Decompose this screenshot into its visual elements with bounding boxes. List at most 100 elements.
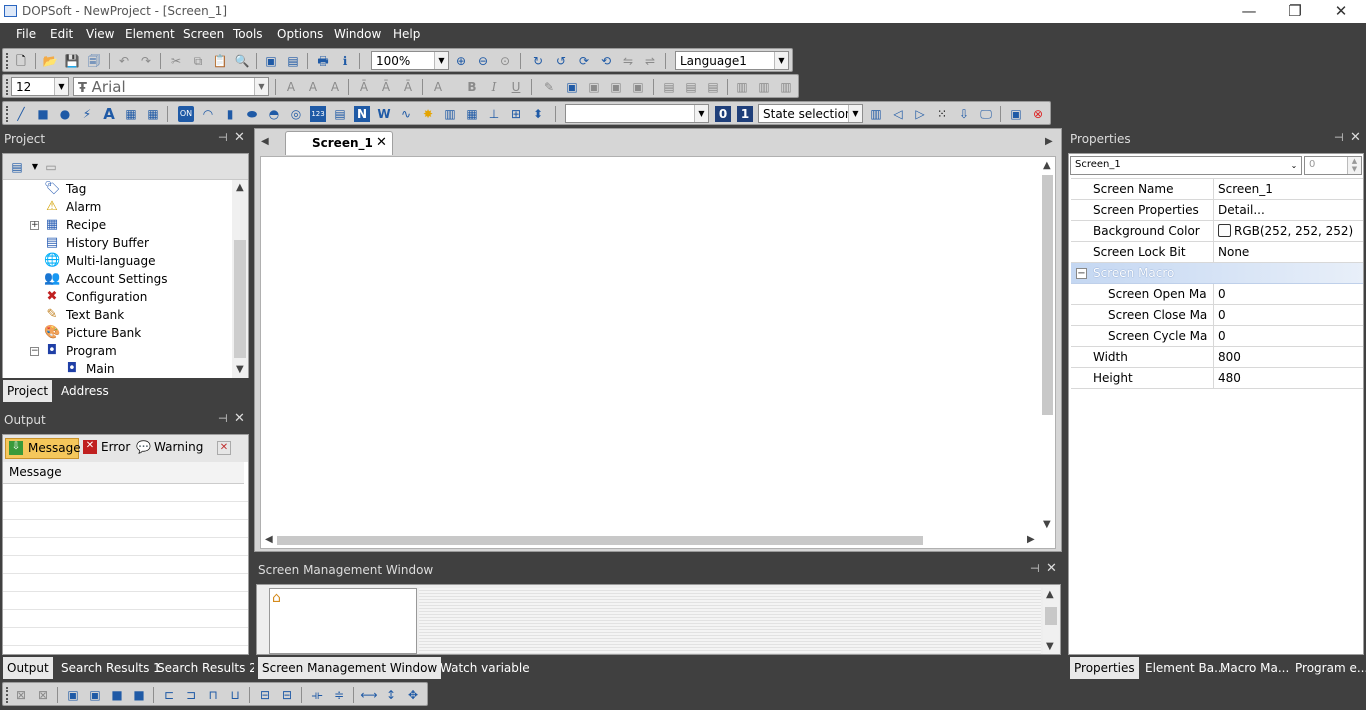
scroll-down-icon[interactable]: ▼: [1046, 641, 1054, 652]
bring-forward-icon[interactable]: ▣: [65, 687, 81, 703]
rotate-icon[interactable]: ⟳: [576, 53, 592, 69]
toolbar-grip[interactable]: [6, 53, 9, 69]
pin-icon[interactable]: ⊣: [1334, 131, 1344, 144]
save-icon[interactable]: 💾: [64, 53, 80, 69]
layer-front-icon[interactable]: ▤: [661, 79, 677, 95]
canvas-hscrollbar[interactable]: ◀ ▶: [261, 532, 1039, 548]
character-display-icon[interactable]: N: [354, 106, 370, 122]
scroll-up-icon[interactable]: ▲: [236, 182, 244, 193]
scroll-up-icon[interactable]: ▲: [1043, 160, 1051, 171]
state-1-button[interactable]: 1: [737, 106, 753, 122]
align-left-edge-icon[interactable]: ⊏: [161, 687, 177, 703]
menu-options[interactable]: Options: [277, 27, 323, 41]
paste-icon[interactable]: 📋: [212, 53, 228, 69]
language-select[interactable]: Language1 ▼: [675, 51, 789, 70]
grid-element-icon[interactable]: ▦: [464, 106, 480, 122]
toolbar-grip[interactable]: [6, 106, 9, 122]
pin-icon[interactable]: ⊣: [1030, 562, 1040, 575]
same-width-icon[interactable]: ⟷: [360, 687, 377, 703]
menu-edit[interactable]: Edit: [50, 27, 73, 41]
tab-search-results-2[interactable]: Search Results 2: [153, 657, 261, 679]
print-icon[interactable]: 🖶: [315, 53, 331, 69]
close-icon[interactable]: ✕: [1046, 561, 1057, 576]
text-align-top-icon[interactable]: Ā: [356, 79, 372, 95]
layer-order-icon[interactable]: ⬍: [530, 106, 546, 122]
close-button[interactable]: ✕: [1318, 0, 1364, 23]
redo-icon[interactable]: ↷: [138, 53, 154, 69]
tab-scroll-left-icon[interactable]: ◀: [261, 136, 269, 147]
add-element-icon[interactable]: ⊞: [508, 106, 524, 122]
close-icon[interactable]: ✕: [234, 130, 245, 145]
prop-screen-lock-bit[interactable]: Screen Lock Bit None: [1071, 242, 1363, 263]
font-size-select[interactable]: 12 ▼: [11, 77, 69, 96]
color-swatch[interactable]: [1218, 224, 1231, 237]
align-center-icon[interactable]: ▣: [586, 79, 602, 95]
tab-watch-variable[interactable]: Watch variable: [436, 657, 534, 679]
bring-front-icon[interactable]: ■: [109, 687, 125, 703]
button-element-icon[interactable]: ON: [178, 106, 194, 122]
tab-macro-manager[interactable]: Macro Ma...: [1216, 657, 1293, 679]
tab-scroll-right-icon[interactable]: ▶: [1045, 136, 1053, 147]
zoom-fit-icon[interactable]: ⊙: [497, 53, 513, 69]
menu-tools[interactable]: Tools: [233, 27, 263, 41]
state-selection-select[interactable]: State selection... ▼: [758, 104, 863, 123]
zoom-select[interactable]: 100% ▼: [371, 51, 449, 70]
screen-thumbnail[interactable]: ⌂: [269, 588, 417, 654]
font-shrink-icon[interactable]: A: [327, 79, 343, 95]
center-horizontal-icon[interactable]: ⊟: [257, 687, 273, 703]
tab-project[interactable]: Project: [3, 380, 53, 402]
screen-canvas[interactable]: ▲ ▼ ◀ ▶: [260, 156, 1056, 549]
close-tab-icon[interactable]: ✕: [376, 135, 387, 150]
project-scrollbar[interactable]: ▲ ▼: [232, 180, 248, 378]
tab-output[interactable]: Output: [3, 657, 53, 679]
center-vertical-icon[interactable]: ⊟: [279, 687, 295, 703]
align-right-edge-icon[interactable]: ⊐: [183, 687, 199, 703]
restore-button[interactable]: ❐: [1272, 0, 1318, 23]
circle-icon[interactable]: ●: [57, 106, 73, 122]
new-screen-icon[interactable]: ▣: [263, 53, 279, 69]
snap-grid-icon[interactable]: ⊠: [35, 687, 51, 703]
scroll-up-icon[interactable]: ▲: [1046, 589, 1054, 600]
line-icon[interactable]: ╱: [13, 106, 29, 122]
tab-screen-management-window[interactable]: Screen Management Window: [258, 657, 442, 679]
mirror-icon[interactable]: ⇌: [642, 53, 658, 69]
download-icon[interactable]: ⇩: [956, 106, 972, 122]
index-spinner[interactable]: 0 ▲ ▼: [1304, 156, 1362, 175]
scroll-down-icon[interactable]: ▼: [236, 364, 244, 375]
tab-address[interactable]: Address: [57, 380, 113, 402]
rotate-back-icon[interactable]: ⟲: [598, 53, 614, 69]
info-icon[interactable]: ℹ: [337, 53, 353, 69]
ungroup-icon[interactable]: ▥: [756, 79, 772, 95]
scroll-left-icon[interactable]: ◀: [265, 534, 273, 545]
zoom-in-icon[interactable]: ⊕: [453, 53, 469, 69]
undo-icon[interactable]: ↶: [116, 53, 132, 69]
monitor-icon[interactable]: 🖵: [978, 106, 994, 122]
menu-element[interactable]: Element: [125, 27, 175, 41]
align-top-edge-icon[interactable]: ⊓: [205, 687, 221, 703]
group-icon[interactable]: ▥: [734, 79, 750, 95]
cut-icon[interactable]: ✂: [168, 53, 184, 69]
scroll-thumb[interactable]: [1045, 607, 1057, 625]
collapse-node-icon[interactable]: −: [1076, 268, 1087, 279]
prop-height[interactable]: Height 480: [1071, 368, 1363, 389]
menu-window[interactable]: Window: [334, 27, 381, 41]
prev-state-icon[interactable]: ◁: [890, 106, 906, 122]
same-height-icon[interactable]: ↕: [383, 687, 399, 703]
copy-icon[interactable]: ⧉: [190, 53, 206, 69]
prop-screen-name[interactable]: Screen Name Screen_1: [1071, 179, 1363, 200]
prop-screen-cycle-macro[interactable]: Screen Cycle Macr0: [1071, 326, 1363, 347]
scroll-thumb[interactable]: [277, 536, 923, 545]
output-column-header[interactable]: Message: [3, 462, 244, 484]
clear-output-icon[interactable]: ✕: [217, 441, 231, 455]
align-grid-icon[interactable]: ⊠: [13, 687, 29, 703]
compile-icon[interactable]: ▣: [1008, 106, 1024, 122]
scroll-thumb[interactable]: [234, 240, 246, 358]
sampling-icon[interactable]: ⊥: [486, 106, 502, 122]
font-color-icon[interactable]: A: [430, 79, 446, 95]
zoom-out-icon[interactable]: ⊖: [475, 53, 491, 69]
tab-search-results-1[interactable]: Search Results 1: [57, 657, 165, 679]
scroll-down-icon[interactable]: ▼: [1043, 519, 1051, 530]
layer-up-icon[interactable]: ▤: [705, 79, 721, 95]
menu-help[interactable]: Help: [393, 27, 420, 41]
filter-message[interactable]: ⇩ Message: [5, 438, 81, 459]
